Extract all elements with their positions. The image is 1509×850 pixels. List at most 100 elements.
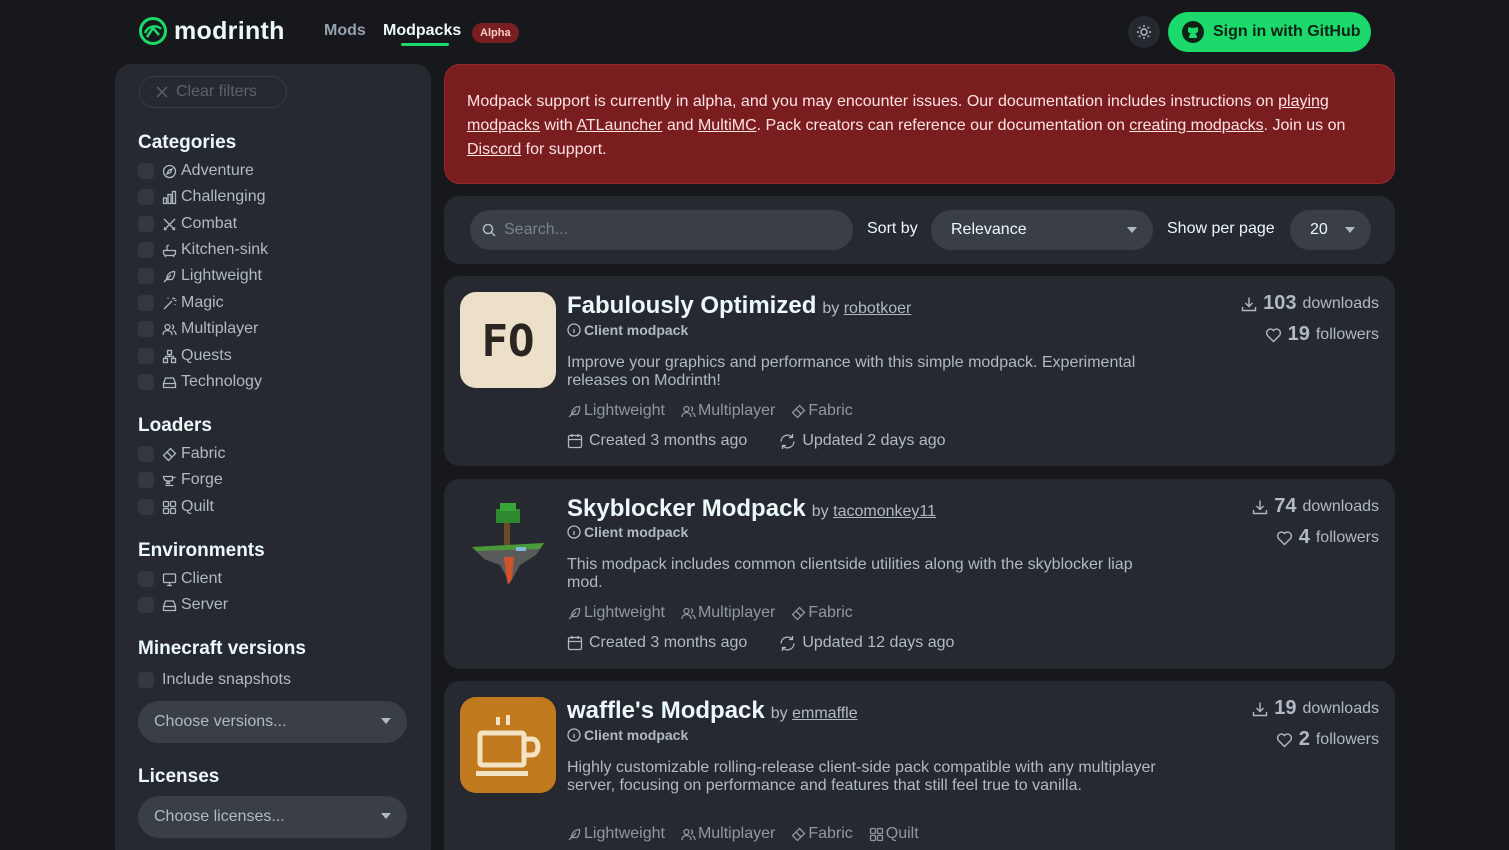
checkbox[interactable] [138, 216, 154, 232]
tag-label: Fabric [808, 402, 853, 419]
filter-category-quests[interactable]: Quests [138, 345, 232, 367]
modrinth-logo[interactable]: modrinth [138, 16, 285, 46]
include-snapshots-toggle[interactable]: Include snapshots [138, 669, 291, 691]
tag-lightweight[interactable]: Lightweight [567, 825, 665, 843]
magic-wand-icon [163, 297, 177, 309]
versions-dropdown[interactable]: Choose versions... [138, 701, 407, 743]
filter-category-adventure[interactable]: Adventure [138, 160, 254, 182]
licenses-dropdown[interactable]: Choose licenses... [138, 796, 407, 838]
checkbox[interactable] [138, 268, 154, 284]
checkbox[interactable] [138, 499, 154, 515]
project-icon[interactable]: FO [460, 292, 556, 388]
project-card[interactable]: Skyblocker Modpack by tacomonkey11 Client… [444, 479, 1395, 669]
checkbox[interactable] [138, 472, 154, 488]
downloads-count: 19 [1274, 697, 1297, 719]
project-card[interactable]: FO Fabulously Optimized by robotkoer Clie… [444, 276, 1395, 466]
created-date: Created 3 months ago [567, 634, 747, 652]
project-card[interactable]: waffle's Modpack by emmaffle Client modpa… [444, 681, 1395, 850]
checkbox[interactable] [138, 189, 154, 205]
categories-heading: Categories [138, 132, 237, 153]
checkbox[interactable] [138, 348, 154, 364]
by-label: by [770, 705, 788, 722]
filter-environment-client[interactable]: Client [138, 568, 222, 590]
filter-category-multiplayer[interactable]: Multiplayer [138, 318, 258, 340]
clear-filters-button[interactable]: Clear filters [139, 76, 287, 108]
checkbox[interactable] [138, 321, 154, 337]
server-icon [162, 599, 177, 611]
refresh-icon [780, 433, 795, 449]
per-page-dropdown[interactable]: 20 [1290, 210, 1371, 250]
discord-link[interactable]: Discord [467, 141, 521, 158]
project-description: Improve your graphics and performance wi… [567, 354, 1136, 389]
downloads-label: downloads [1302, 497, 1380, 515]
alert-text: Modpack support is currently in alpha, a… [467, 93, 1279, 110]
active-nav-indicator [401, 43, 449, 46]
filter-category-kitchen-sink[interactable]: Kitchen-sink [138, 239, 268, 261]
project-title[interactable]: waffle's Modpack by emmaffle [567, 697, 858, 725]
heart-icon [1265, 327, 1281, 342]
filter-category-magic[interactable]: Magic [138, 292, 224, 314]
checkbox[interactable] [138, 242, 154, 258]
author-link[interactable]: robotkoer [844, 300, 912, 317]
filter-label: Combat [181, 215, 238, 232]
nav-mods-link[interactable]: Mods [324, 22, 366, 40]
checkbox[interactable] [138, 163, 154, 179]
nav-modpacks-link[interactable]: Modpacks [383, 22, 461, 40]
search-input[interactable] [470, 210, 853, 250]
fabric-icon [791, 606, 806, 620]
download-icon [1241, 297, 1257, 311]
feather-icon [568, 828, 581, 840]
tag-multiplayer[interactable]: Multiplayer [681, 402, 775, 420]
filter-loader-forge[interactable]: Forge [138, 469, 223, 491]
filter-category-technology[interactable]: Technology [138, 371, 262, 393]
tag-fabric[interactable]: Fabric [791, 402, 853, 420]
filter-label: Magic [181, 294, 224, 311]
tag-label: Multiplayer [697, 604, 776, 621]
search-icon [482, 223, 496, 237]
multimc-link[interactable]: MultiMC [698, 117, 757, 134]
sign-in-github-button[interactable]: Sign in with GitHub [1168, 12, 1371, 52]
tag-label: Fabric [808, 604, 853, 621]
tag-lightweight[interactable]: Lightweight [567, 604, 665, 622]
filter-category-lightweight[interactable]: Lightweight [138, 265, 262, 287]
tag-multiplayer[interactable]: Multiplayer [681, 825, 775, 843]
checkbox[interactable] [138, 374, 154, 390]
licenses-heading: Licenses [138, 766, 220, 787]
filter-loader-quilt[interactable]: Quilt [138, 496, 214, 518]
author-link[interactable]: emmaffle [792, 705, 858, 722]
author-link[interactable]: tacomonkey11 [833, 503, 936, 520]
atlauncher-link[interactable]: ATLauncher [576, 117, 662, 134]
theme-toggle-button[interactable] [1128, 16, 1160, 48]
tag-fabric[interactable]: Fabric [791, 825, 853, 843]
tag-fabric[interactable]: Fabric [791, 604, 853, 622]
tag-quilt[interactable]: Quilt [869, 825, 919, 843]
close-icon [156, 86, 168, 98]
tag-multiplayer[interactable]: Multiplayer [681, 604, 775, 622]
checkbox[interactable] [138, 597, 154, 613]
creating-modpacks-link[interactable]: creating modpacks [1129, 117, 1263, 134]
project-icon[interactable] [460, 697, 556, 793]
sort-dropdown[interactable]: Relevance [931, 210, 1153, 250]
project-icon[interactable] [460, 495, 556, 591]
followers-stat: 4 followers [1276, 526, 1379, 549]
per-page-label: Show per page [1167, 220, 1275, 237]
calendar-icon [567, 434, 583, 449]
filter-label: Quests [181, 347, 232, 364]
checkbox[interactable] [138, 446, 154, 462]
updated-text: Updated 12 days ago [802, 634, 955, 651]
checkbox[interactable] [138, 672, 154, 688]
feather-icon [568, 607, 581, 619]
filter-category-challenging[interactable]: Challenging [138, 186, 266, 208]
loaders-heading: Loaders [138, 415, 212, 436]
filter-category-combat[interactable]: Combat [138, 213, 237, 235]
filter-loader-fabric[interactable]: Fabric [138, 443, 225, 465]
tag-lightweight[interactable]: Lightweight [567, 402, 665, 420]
fabric-icon [791, 827, 806, 841]
checkbox[interactable] [138, 571, 154, 587]
project-title[interactable]: Fabulously Optimized by robotkoer [567, 292, 911, 320]
checkbox[interactable] [138, 295, 154, 311]
calendar-icon [567, 636, 583, 651]
project-title[interactable]: Skyblocker Modpack by tacomonkey11 [567, 495, 936, 523]
filter-environment-server[interactable]: Server [138, 594, 228, 616]
filter-label: Technology [181, 373, 262, 390]
